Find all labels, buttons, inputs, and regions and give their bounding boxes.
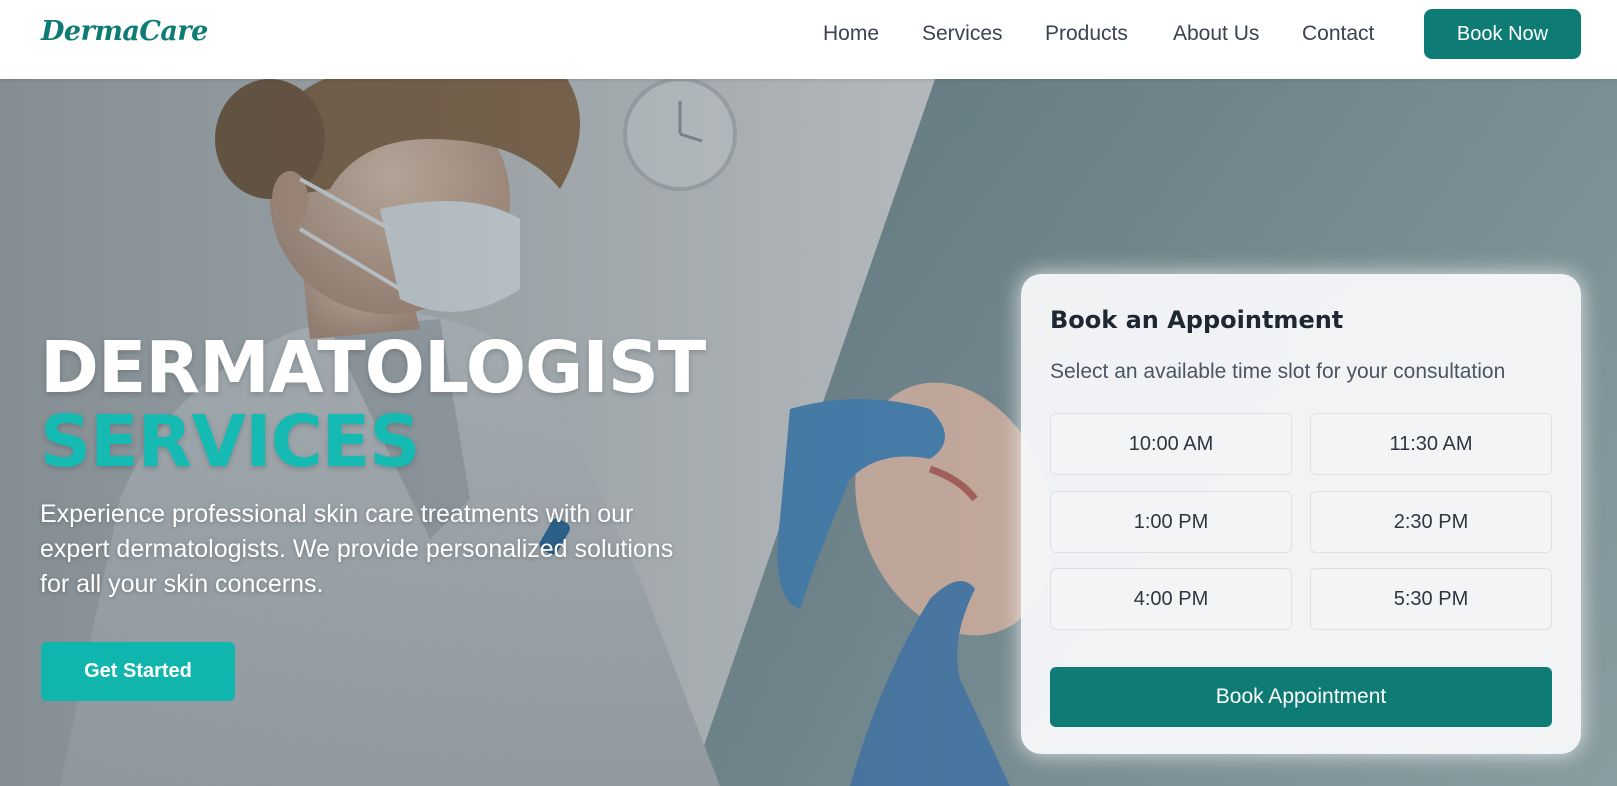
appointment-card: Book an Appointment Select an available … [1021,274,1581,754]
nav-link-about-us[interactable]: About Us [1173,22,1259,46]
time-slot[interactable]: 5:30 PM [1310,568,1552,630]
appointment-title: Book an Appointment [1050,306,1344,334]
hero-title: DERMATOLOGIST SERVICES [40,331,706,479]
time-slot[interactable]: 2:30 PM [1310,491,1552,553]
time-slot[interactable]: 1:00 PM [1050,491,1292,553]
get-started-button[interactable]: Get Started [41,642,235,701]
book-now-button[interactable]: Book Now [1424,9,1581,59]
site-header: DermaCare Home Services Products About U… [0,0,1617,79]
hero-title-line2: SERVICES [40,400,420,483]
time-slot[interactable]: 4:00 PM [1050,568,1292,630]
nav-link-services[interactable]: Services [922,22,1003,46]
time-slot[interactable]: 10:00 AM [1050,413,1292,475]
hero-section: DERMATOLOGIST SERVICES Experience profes… [0,79,1617,786]
nav-link-home[interactable]: Home [823,22,879,46]
nav-link-products[interactable]: Products [1045,22,1128,46]
hero-description: Experience professional skin care treatm… [40,500,674,598]
main-nav: Home Services Products About Us Contact [0,0,1617,79]
book-appointment-button[interactable]: Book Appointment [1050,667,1552,727]
appointment-subtitle: Select an available time slot for your c… [1050,360,1506,383]
hero-title-line1: DERMATOLOGIST [40,326,706,409]
time-slot[interactable]: 11:30 AM [1310,413,1552,475]
nav-link-contact[interactable]: Contact [1302,22,1374,46]
